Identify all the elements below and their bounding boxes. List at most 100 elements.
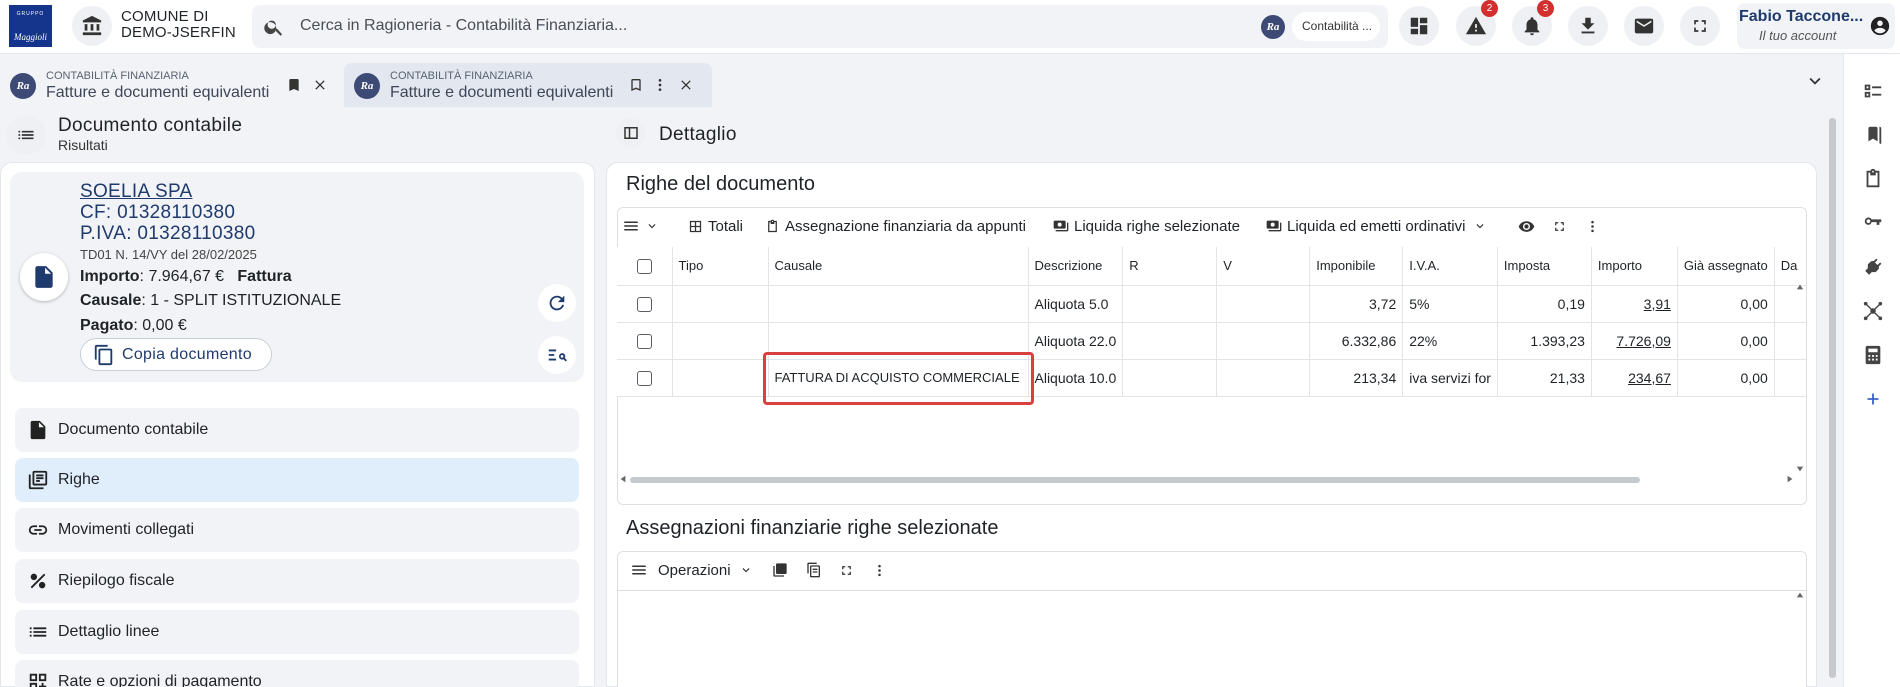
column-header-causale[interactable]: Causale [768,247,1029,286]
table-header-row: Tipo Causale Descrizione R V Imponibile … [617,247,1807,286]
dashboard-button[interactable] [1399,6,1439,46]
search-input[interactable]: Cerca in Ragioneria - Contabilità Finanz… [300,17,627,35]
document-search-button[interactable] [538,336,576,374]
more-vert-icon [878,564,881,576]
list-icon [18,130,34,140]
grid-menu-button[interactable] [622,213,670,239]
close-icon[interactable] [312,77,328,93]
search-scope-chip[interactable]: Contabilità ... [1292,12,1380,41]
calculator-icon[interactable] [1862,344,1884,366]
chevron-down-icon[interactable] [1804,70,1826,92]
menu-item-righe[interactable]: Righe [15,458,579,502]
column-header-r[interactable]: R [1122,247,1218,286]
fullscreen-icon [842,565,851,575]
grid-more-button[interactable] [1585,213,1605,239]
close-icon[interactable] [678,77,694,93]
column-header-v[interactable]: V [1216,247,1311,286]
refresh-button[interactable] [538,284,576,322]
list-icon [29,627,47,637]
cell-descrizione: Aliquota 5.0 [1028,285,1124,323]
assign-from-clipboard-button[interactable]: Assegnazione finanziaria da appunti [765,213,1026,239]
copy-document-button[interactable]: Copia documento [80,338,272,371]
clipboard-icon[interactable] [1862,168,1884,190]
refresh-icon [549,295,565,311]
row-checkbox[interactable] [636,296,652,312]
row-checkbox[interactable] [636,333,652,349]
column-header-iva[interactable]: I.V.A. [1402,247,1498,286]
plugin-icon[interactable] [1862,256,1884,278]
visibility-button[interactable] [1518,213,1540,239]
cell-importo-link[interactable]: 7.726,09 [1616,333,1671,349]
menu-item-riepilogo-fiscale[interactable]: Riepilogo fiscale [15,559,579,603]
select-all-checkbox[interactable] [636,258,652,274]
payments-icon [1266,220,1282,232]
scroll-down-arrow-icon[interactable] [1796,465,1804,473]
copy-rows-button[interactable] [772,557,793,583]
cell-causale [768,285,1029,323]
search-bar[interactable]: Cerca in Ragioneria - Contabilità Finanz… [252,5,1388,48]
liquidate-emit-button[interactable]: Liquida ed emetti ordinativi [1266,213,1492,239]
scroll-right-arrow-icon[interactable] [1786,475,1794,483]
column-header-tipo[interactable]: Tipo [672,247,769,286]
column-header-importo[interactable]: Importo [1591,247,1678,286]
bookmark-outline-icon[interactable] [628,77,644,93]
mail-button[interactable] [1624,6,1664,46]
institution-icon [82,15,102,36]
toggle-list-button[interactable] [6,115,46,155]
menu-item-movimenti-collegati[interactable]: Movimenti collegati [15,508,579,552]
checklist-icon[interactable] [1862,80,1884,102]
column-header-gia-assegnato[interactable]: Già assegnato [1677,247,1775,286]
liquidate-selected-button[interactable]: Liquida righe selezionate [1053,213,1240,239]
scroll-up-arrow-icon[interactable] [1796,591,1804,599]
horizontal-scrollbar[interactable] [630,477,1640,483]
account-button[interactable]: Fabio Taccone... Il tuo account [1737,3,1895,49]
assignments-more-button[interactable] [872,557,892,583]
scroll-left-arrow-icon[interactable] [619,475,627,483]
tab-fatture-2-active[interactable]: Ra CONTABILITÀ FINANZIARIA Fatture e doc… [344,63,712,107]
assignments-fullscreen-button[interactable] [839,557,859,583]
document-icon [35,266,53,288]
bookmarks-icon[interactable] [1862,124,1884,146]
download-button[interactable] [1568,6,1608,46]
cell-gia-assegnato: 0,00 [1677,322,1775,360]
chevron-down-icon [648,224,656,229]
cell-importo-link[interactable]: 3,91 [1644,296,1671,312]
column-header-imposta[interactable]: Imposta [1497,247,1592,286]
column-header-imponibile[interactable]: Imponibile [1309,247,1404,286]
clipboard-icon [768,219,777,232]
chevron-down-icon [1476,224,1484,229]
toggle-sidebar-button[interactable] [616,118,646,148]
row-checkbox[interactable] [636,370,652,386]
add-icon[interactable] [1862,388,1884,410]
totals-button[interactable]: Totali [688,213,743,239]
bookmark-filled-icon[interactable] [286,77,302,93]
copy-icon [94,344,113,366]
ra-app-icon: Ra [1261,15,1285,39]
maggioli-logo[interactable]: GRUPPO Maggioli [9,5,52,47]
menu-item-rate-pagamento[interactable]: Rate e opzioni di pagamento [15,660,579,687]
supplier-name-link[interactable]: SOELIA SPA [80,181,192,203]
cell-importo-link[interactable]: 234,67 [1628,370,1671,386]
menu-item-documento-contabile[interactable]: Documento contabile [15,408,579,452]
column-header-descrizione[interactable]: Descrizione [1028,247,1124,286]
menu-item-dettaglio-linee[interactable]: Dettaglio linee [15,610,579,654]
more-vert-icon[interactable] [652,77,668,93]
warnings-button[interactable]: 2 [1456,0,1498,46]
scroll-up-arrow-icon[interactable] [1796,283,1804,291]
network-icon[interactable] [1862,300,1884,322]
institution-button[interactable] [72,6,112,46]
table-row[interactable]: Aliquota 5.0 3,72 5% 0,19 3,91 0,00 [617,285,1807,323]
download-icon [1581,17,1595,34]
fullscreen-button[interactable] [1680,6,1720,46]
page-vertical-scrollbar[interactable] [1829,118,1836,678]
column-header-da[interactable]: Da [1774,247,1807,286]
panel-title: Documento contabile [58,115,243,136]
select-all-checkbox-cell[interactable] [617,247,673,286]
key-search-icon[interactable] [1862,212,1884,234]
notifications-button[interactable]: 3 [1512,0,1554,46]
grid-fullscreen-button[interactable] [1552,213,1572,239]
operations-menu-button[interactable]: Operazioni [630,557,758,583]
tab-fatture-1[interactable]: Ra CONTABILITÀ FINANZIARIA Fatture e doc… [0,63,342,107]
tab-category: CONTABILITÀ FINANZIARIA [390,70,533,82]
duplicate-button[interactable] [806,557,827,583]
